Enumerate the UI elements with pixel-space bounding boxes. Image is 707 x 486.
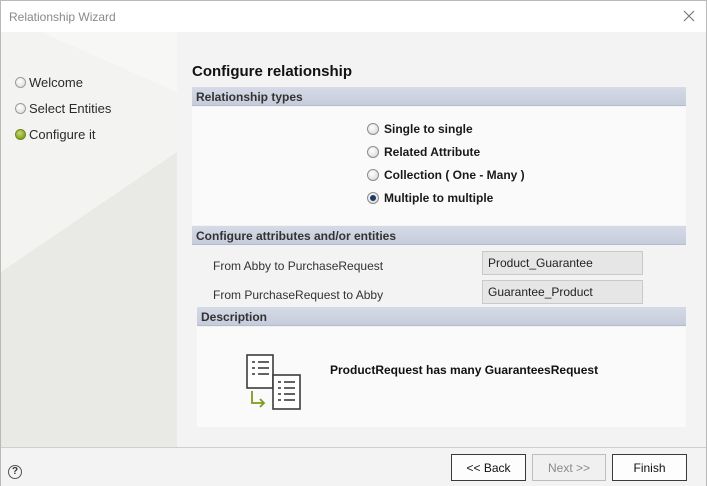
documents-relation-icon — [244, 351, 304, 416]
radio-button-icon[interactable] — [367, 146, 379, 158]
configure-attributes-header: Configure attributes and/or entities — [192, 226, 686, 245]
relationship-description: ProductRequest has many GuaranteesReques… — [330, 363, 599, 377]
steps-panel: Welcome Select Entities Configure it — [1, 32, 177, 447]
radio-single-to-single[interactable]: Single to single — [367, 122, 473, 136]
step-welcome: Welcome — [15, 75, 83, 90]
description-body: ProductRequest has many GuaranteesReques… — [197, 327, 686, 427]
radio-label: Collection ( One - Many ) — [384, 168, 525, 182]
step-bullet-icon — [15, 77, 26, 88]
radio-button-icon[interactable] — [367, 123, 379, 135]
attribute-name-field[interactable] — [482, 280, 643, 304]
radio-label: Multiple to multiple — [384, 191, 494, 205]
step-label: Configure it — [29, 127, 96, 142]
attribute-name-field[interactable] — [482, 251, 643, 275]
radio-button-icon[interactable] — [367, 169, 379, 181]
finish-button[interactable]: Finish — [612, 454, 687, 481]
close-icon[interactable] — [678, 5, 700, 27]
panel-background-graphic — [1, 32, 177, 447]
next-button[interactable]: Next >> — [532, 454, 606, 481]
help-icon[interactable]: ? — [8, 465, 22, 479]
back-button[interactable]: << Back — [451, 454, 526, 481]
footer-bar: ? << Back Next >> Finish — [1, 447, 706, 486]
step-bullet-icon — [15, 103, 26, 114]
window-title: Relationship Wizard — [9, 10, 116, 24]
main-panel: Configure relationship Relationship type… — [177, 32, 706, 447]
attribute-label: From PurchaseRequest to Abby — [213, 288, 384, 302]
step-configure-it: Configure it — [15, 127, 95, 142]
title-bar: Relationship Wizard — [1, 1, 706, 32]
description-header: Description — [197, 307, 686, 326]
radio-label: Single to single — [384, 122, 473, 136]
page-title: Configure relationship — [192, 63, 353, 80]
step-bullet-active-icon — [15, 129, 26, 140]
attribute-label: From Abby to PurchaseRequest — [213, 259, 384, 273]
relationship-types-body: Single to single Related Attribute Colle… — [192, 107, 686, 225]
relationship-wizard-window: Relationship Wizard Welcome Select Entit… — [0, 0, 707, 486]
step-select-entities: Select Entities — [15, 101, 111, 116]
radio-label: Related Attribute — [384, 145, 481, 159]
step-label: Welcome — [29, 75, 83, 90]
radio-related-attribute[interactable]: Related Attribute — [367, 145, 480, 159]
radio-multiple-to-multiple[interactable]: Multiple to multiple — [367, 191, 493, 205]
step-label: Select Entities — [29, 101, 112, 116]
relationship-types-header: Relationship types — [192, 87, 686, 106]
radio-collection-one-many[interactable]: Collection ( One - Many ) — [367, 168, 525, 182]
radio-button-checked-icon[interactable] — [367, 192, 379, 204]
